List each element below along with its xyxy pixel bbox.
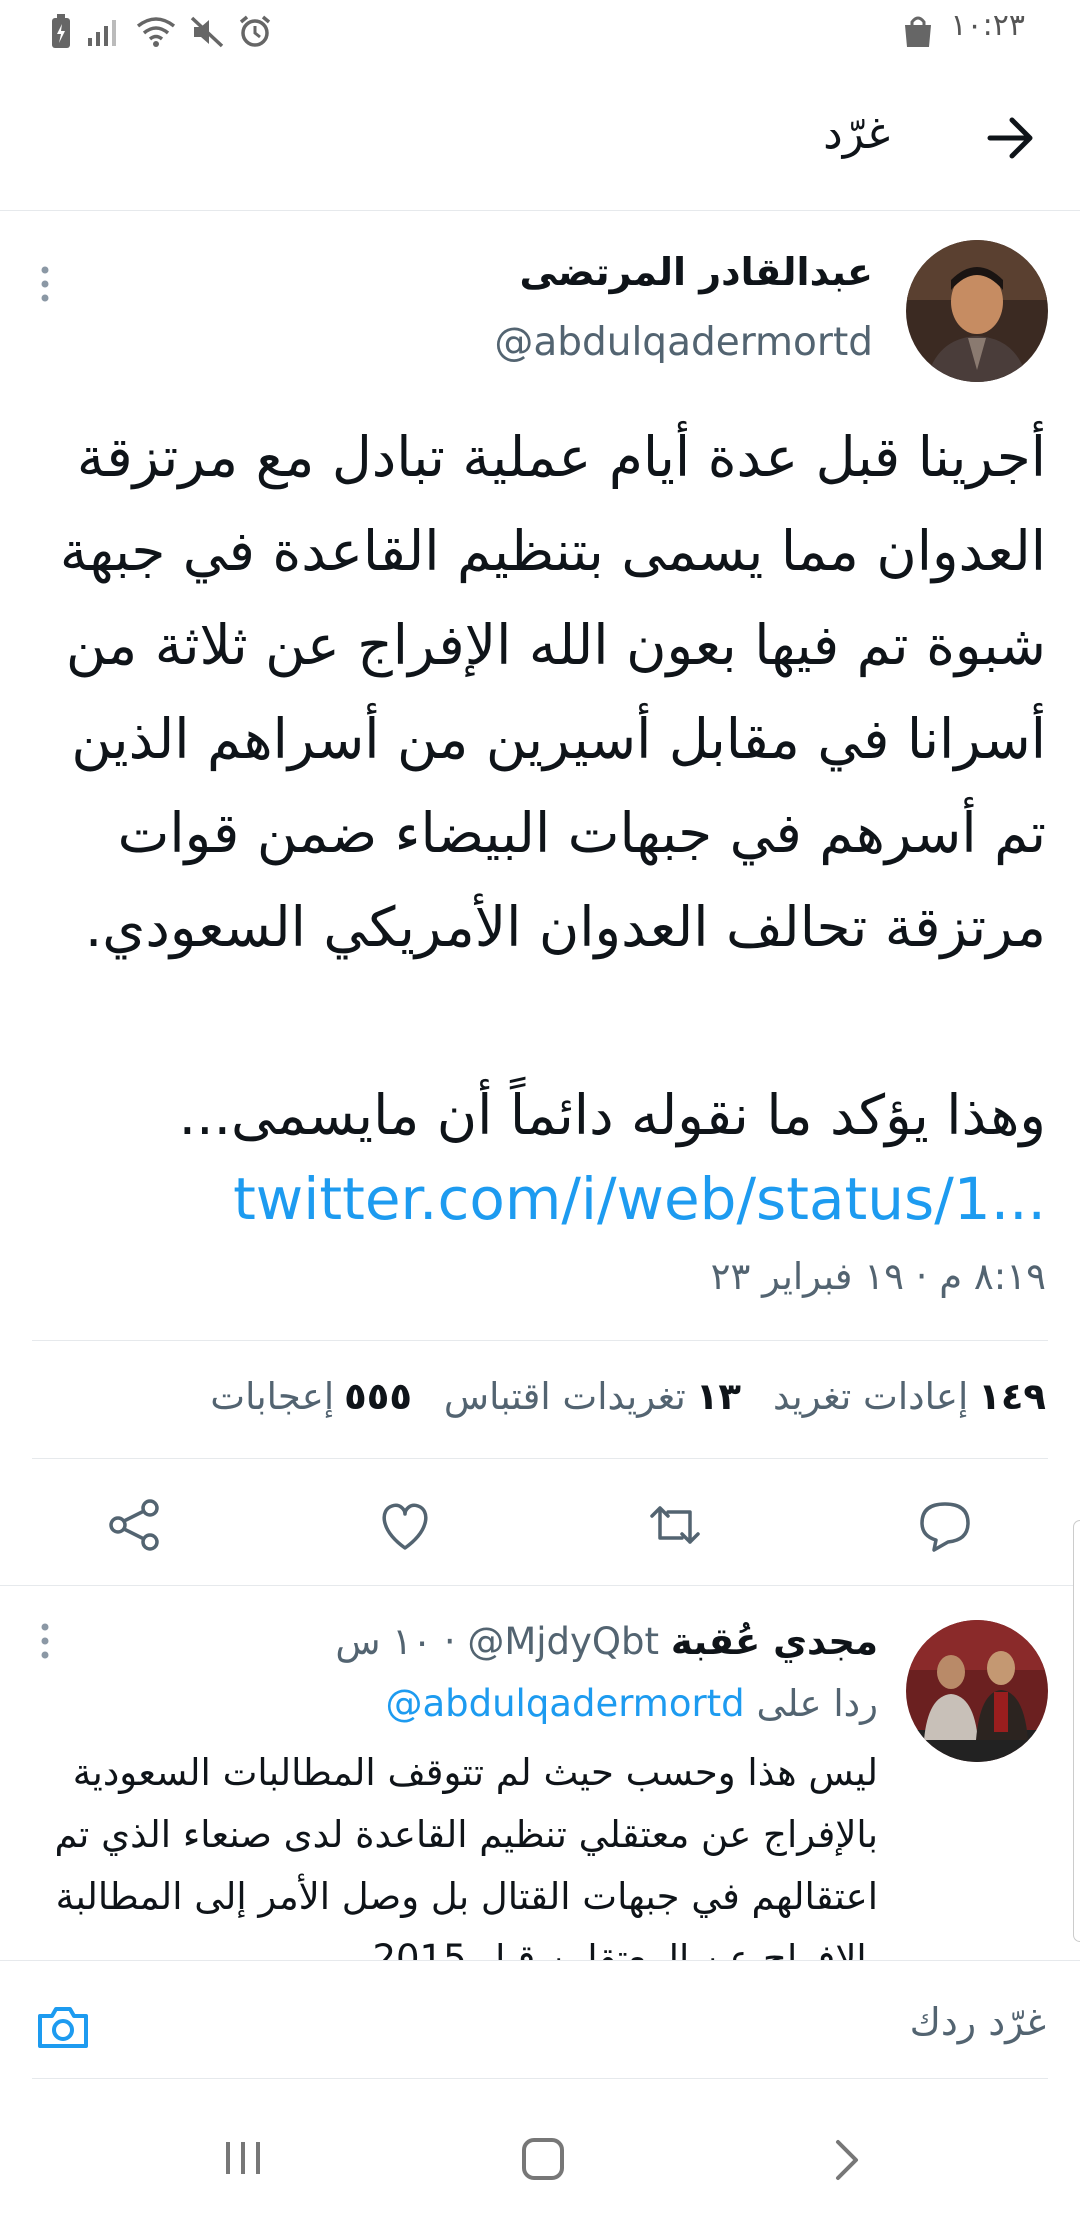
replying-to-handle[interactable]: @abdulqadermortd: [385, 1682, 744, 1725]
quote-tweets-count: ١٣: [695, 1375, 741, 1418]
heart-icon[interactable]: [370, 1490, 440, 1560]
likes-label: إعجابات: [210, 1375, 335, 1418]
reply-separator: ·: [443, 1620, 456, 1663]
author-name[interactable]: عبدالقادر المرتضى: [519, 250, 873, 294]
quote-tweets-stat[interactable]: ١٣ تغريدات اقتباس: [444, 1375, 741, 1418]
nav-back-icon[interactable]: [832, 2138, 862, 2182]
alarm-icon: [239, 15, 271, 47]
scrollbar[interactable]: [1073, 1520, 1080, 1942]
status-time: ١٠:٢٣: [950, 8, 1025, 43]
author-avatar[interactable]: [906, 240, 1048, 382]
signal-icon: [88, 20, 116, 46]
reply-more-options-icon[interactable]: [40, 1622, 50, 1660]
author-avatar-image: [906, 240, 1048, 382]
divider: [32, 2078, 1048, 2079]
reply-input[interactable]: غرّد ردك: [910, 2000, 1046, 2044]
divider: [0, 1585, 1080, 1586]
recent-apps-icon[interactable]: [222, 2138, 264, 2178]
battery-charging-icon: [52, 14, 70, 48]
share-icon[interactable]: [100, 1490, 170, 1560]
status-icons: [50, 14, 272, 50]
retweets-label: إعادات تغريد: [772, 1375, 969, 1418]
author-handle[interactable]: @abdulqadermortd: [494, 320, 873, 365]
tweet-stats: ١٤٩ إعادات تغريد ١٣ تغريدات اقتباس ٥٥٥ إعجا…: [210, 1375, 1046, 1418]
reply-time: ١٠ س: [335, 1620, 433, 1663]
camera-icon[interactable]: [36, 2000, 90, 2054]
home-icon[interactable]: [520, 2136, 566, 2182]
more-options-icon[interactable]: [40, 265, 50, 303]
reply-icon[interactable]: [910, 1490, 980, 1560]
likes-count: ٥٥٥: [344, 1375, 412, 1418]
shopping-bag-icon: [905, 16, 931, 47]
divider: [32, 1458, 1048, 1459]
back-arrow-icon[interactable]: [980, 108, 1040, 168]
divider: [32, 1340, 1048, 1341]
wifi-icon: [136, 17, 176, 47]
tweet-text: أجرينا قبل عدة أيام عملية تبادل مع مرتزق…: [59, 425, 1046, 1147]
reply-header: مجدي عُقبة @MjdyQbt · ١٠ س: [335, 1620, 878, 1663]
replying-to: ردا على @abdulqadermortd: [385, 1682, 878, 1725]
reply-avatar[interactable]: [906, 1620, 1048, 1762]
retweet-icon[interactable]: [640, 1490, 710, 1560]
likes-stat[interactable]: ٥٥٥ إعجابات: [210, 1375, 412, 1418]
status-bar: ١٠:٢٣: [0, 0, 1080, 64]
quote-tweets-label: تغريدات اقتباس: [443, 1375, 686, 1418]
page-title: غرّد: [823, 108, 890, 159]
mute-icon: [190, 16, 224, 48]
tweet-timestamp: ٨:١٩ م · ١٩ فبراير ٢٣: [710, 1255, 1046, 1298]
reply-avatar-image: [906, 1620, 1048, 1762]
reply-text: ليس هذا وحسب حيث لم تتوقف المطالبات السع…: [42, 1751, 878, 1960]
top-app-bar: غرّد: [0, 64, 1080, 211]
retweets-count: ١٤٩: [978, 1375, 1046, 1418]
reply-author-handle[interactable]: @MjdyQbt: [467, 1620, 659, 1663]
retweets-stat[interactable]: ١٤٩ إعادات تغريد: [773, 1375, 1046, 1418]
replying-to-prefix: ردا على: [756, 1682, 878, 1725]
tweet-link[interactable]: twitter.com/i/web/status/1...: [31, 1165, 1046, 1233]
reply-author-name[interactable]: مجدي عُقبة: [671, 1620, 878, 1663]
